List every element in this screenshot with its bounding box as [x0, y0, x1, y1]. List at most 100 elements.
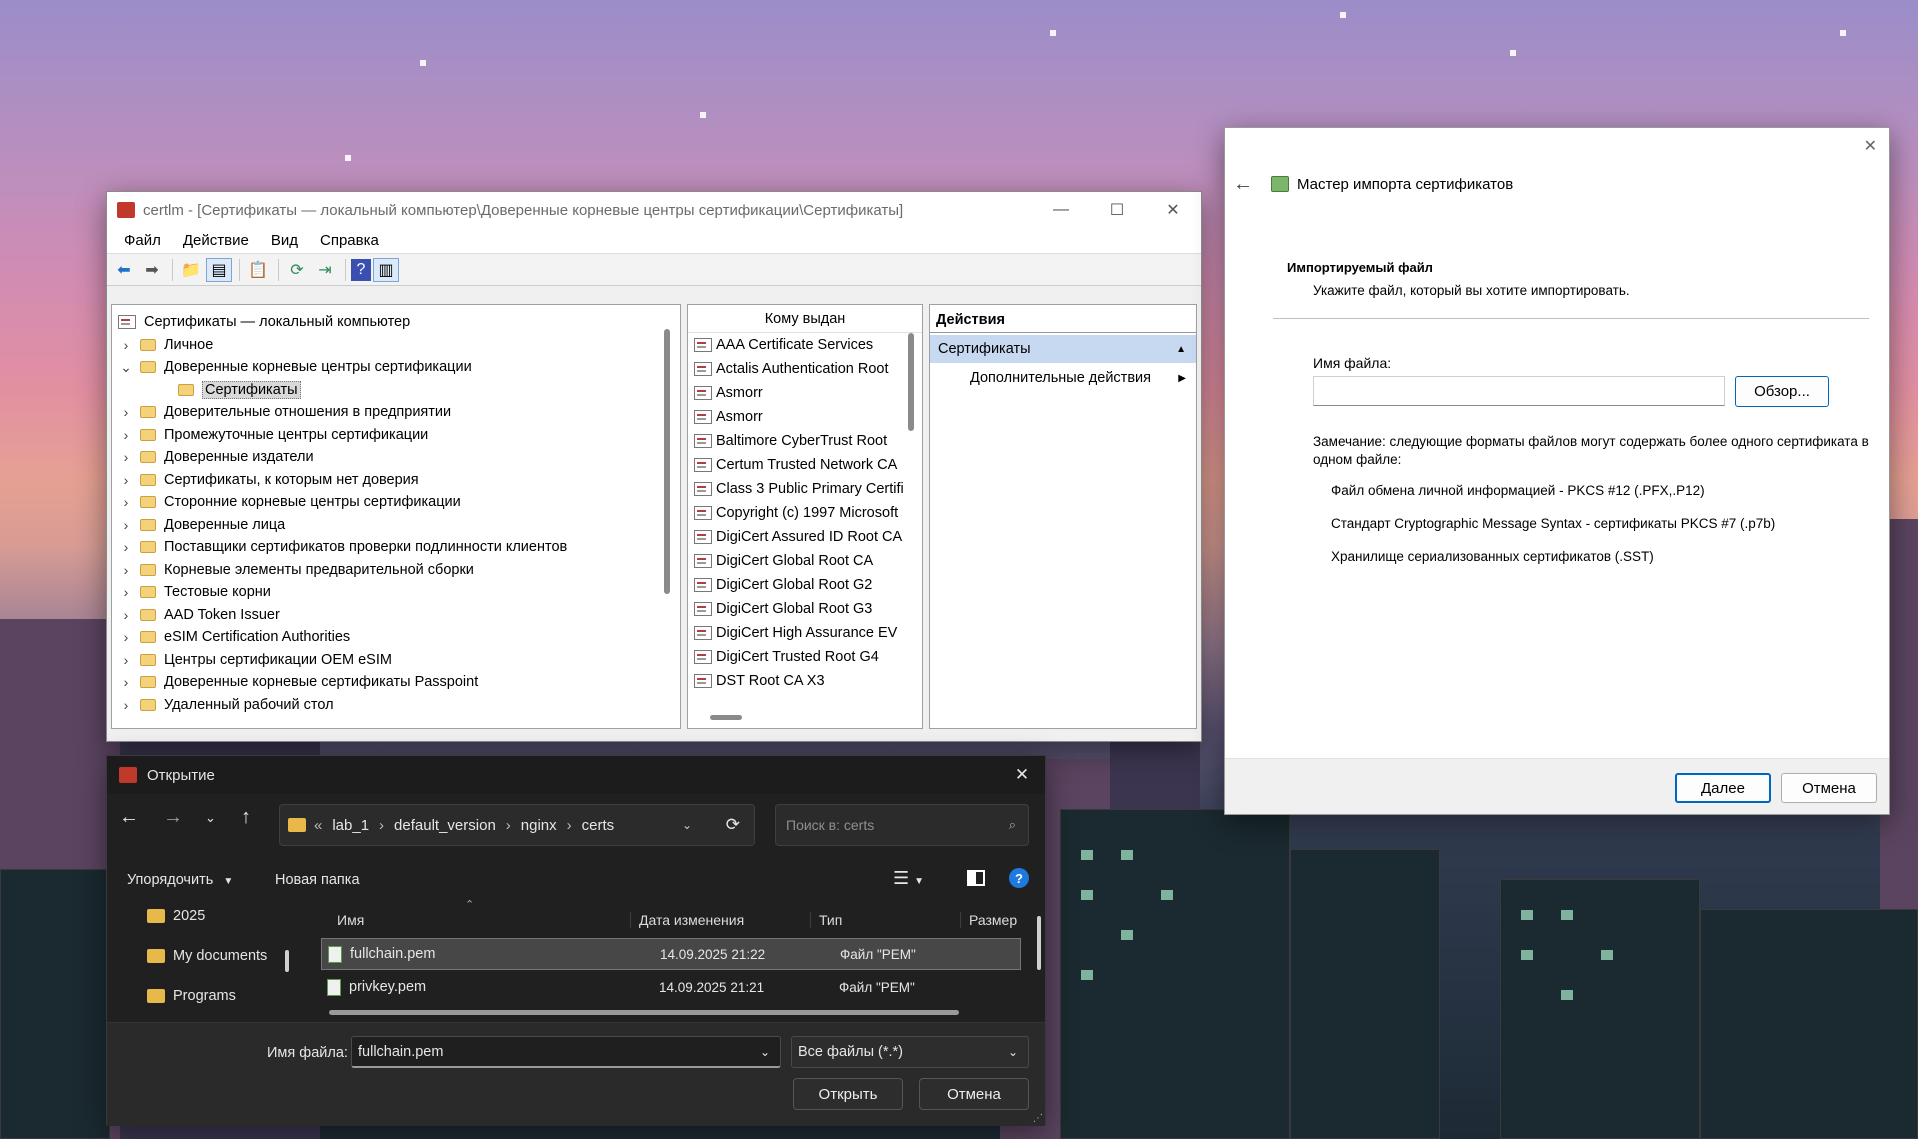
- list-hscrollbar[interactable]: [710, 715, 742, 720]
- open-dialog-cancel-button[interactable]: Отмена: [919, 1078, 1029, 1110]
- address-dropdown-icon[interactable]: ⌄: [682, 818, 692, 832]
- tree-item[interactable]: › AAD Token Issuer: [118, 604, 680, 627]
- tree-item[interactable]: › Тестовые корни: [118, 581, 680, 604]
- recent-locations-icon[interactable]: ⌄: [205, 810, 216, 826]
- wizard-cancel-button[interactable]: Отмена: [1781, 773, 1877, 803]
- chevron-right-icon[interactable]: ›: [118, 674, 134, 690]
- open-dialog-close-button[interactable]: ✕: [999, 765, 1045, 785]
- open-button[interactable]: Открыть: [793, 1078, 903, 1110]
- cert-list-item[interactable]: Actalis Authentication Root: [688, 357, 922, 381]
- resize-grip-icon[interactable]: ⋰: [1033, 1113, 1043, 1124]
- actions-section-certificates[interactable]: Сертификаты ▲: [930, 335, 1196, 363]
- chevron-right-icon[interactable]: ›: [118, 584, 134, 600]
- tree-item[interactable]: › Доверенные корневые сертификаты Passpoi…: [118, 671, 680, 694]
- file-row-fullchain[interactable]: fullchain.pem 14.09.2025 21:22 Файл "PEM…: [321, 938, 1021, 970]
- help-icon[interactable]: ?: [1009, 868, 1029, 888]
- nav-forward-icon[interactable]: →: [163, 806, 183, 829]
- browse-button[interactable]: Обзор...: [1735, 376, 1829, 407]
- cert-list-item[interactable]: DigiCert Global Root G3: [688, 597, 922, 621]
- tree-item[interactable]: › Доверенные лица: [118, 514, 680, 537]
- tree-item[interactable]: › Сертификаты, к которым нет доверия: [118, 469, 680, 492]
- export-list-icon[interactable]: ⇥: [312, 258, 338, 282]
- tree-item[interactable]: › eSIM Certification Authorities: [118, 626, 680, 649]
- chevron-right-icon[interactable]: ›: [118, 562, 134, 578]
- cert-list-item[interactable]: AAA Certificate Services: [688, 333, 922, 357]
- maximize-button[interactable]: ☐: [1089, 192, 1145, 228]
- tree-item[interactable]: › Центры сертификации OEM eSIM: [118, 649, 680, 672]
- up-folder-icon[interactable]: 📁: [178, 258, 204, 282]
- column-date[interactable]: Дата изменения: [631, 912, 811, 928]
- file-list-hscrollbar[interactable]: [329, 1010, 959, 1015]
- cert-list-item[interactable]: Copyright (c) 1997 Microsoft: [688, 501, 922, 525]
- next-button[interactable]: Далее: [1675, 773, 1771, 803]
- breadcrumb-overflow[interactable]: «: [314, 817, 322, 834]
- nav-up-icon[interactable]: ↑: [241, 806, 251, 829]
- breadcrumb-default-version[interactable]: default_version: [394, 817, 496, 834]
- tree-root[interactable]: Сертификаты — локальный компьютер: [118, 311, 680, 334]
- tree-item[interactable]: › Поставщики сертификатов проверки подлин…: [118, 536, 680, 559]
- column-type[interactable]: Тип: [811, 912, 961, 928]
- chevron-right-icon[interactable]: ›: [118, 539, 134, 555]
- chevron-right-icon[interactable]: ›: [118, 697, 134, 713]
- refresh-icon[interactable]: ⟳: [284, 258, 310, 282]
- cert-list-item[interactable]: Certum Trusted Network CA: [688, 453, 922, 477]
- cert-list-item[interactable]: DigiCert High Assurance EV: [688, 621, 922, 645]
- chevron-right-icon[interactable]: ›: [118, 517, 134, 533]
- tree-item[interactable]: › Корневые элементы предварительной сборк…: [118, 559, 680, 582]
- menu-file[interactable]: Файл: [113, 232, 172, 249]
- show-hide-tree-icon[interactable]: ▤: [206, 257, 232, 282]
- forward-arrow-icon[interactable]: ➡: [139, 258, 165, 282]
- action-pane-icon[interactable]: ▥: [373, 257, 399, 282]
- sidebar-scrollbar[interactable]: [285, 950, 289, 972]
- column-header-issued-to[interactable]: Кому выдан: [688, 305, 922, 333]
- sidebar-item-2025[interactable]: 2025: [147, 908, 205, 924]
- tree-item[interactable]: ⌄ Доверенные корневые центры сертификации: [118, 356, 680, 379]
- tree-item[interactable]: › Удаленный рабочий стол: [118, 694, 680, 717]
- clipboard-icon[interactable]: 📋: [245, 258, 271, 282]
- refresh-icon[interactable]: ⟳: [726, 815, 740, 835]
- cert-list-item[interactable]: Class 3 Public Primary Certifi: [688, 477, 922, 501]
- file-list-vscroll-thumb[interactable]: [1037, 916, 1041, 970]
- tree-item[interactable]: › Личное: [118, 334, 680, 357]
- open-dialog-titlebar[interactable]: Открытие ✕: [107, 756, 1045, 794]
- back-arrow-icon[interactable]: ⬅: [111, 258, 137, 282]
- help-icon[interactable]: ?: [351, 258, 371, 281]
- chevron-right-icon[interactable]: ›: [118, 494, 134, 510]
- tree-item[interactable]: › Сторонние корневые центры сертификации: [118, 491, 680, 514]
- file-row-privkey[interactable]: privkey.pem 14.09.2025 21:21 Файл "PEM": [321, 970, 1021, 1004]
- tree-scrollbar[interactable]: [664, 329, 670, 594]
- wizard-filename-input[interactable]: [1313, 376, 1725, 406]
- search-box[interactable]: Поиск в: certs ⌕: [775, 804, 1029, 846]
- cert-list-item[interactable]: Asmorr: [688, 405, 922, 429]
- file-list-vscrollbar[interactable]: [1143, 902, 1147, 956]
- breadcrumb-nginx[interactable]: nginx: [521, 817, 557, 834]
- wizard-back-arrow-icon[interactable]: ←: [1233, 173, 1253, 196]
- minimize-button[interactable]: —: [1033, 192, 1089, 228]
- tree-item[interactable]: › Доверенные издатели: [118, 446, 680, 469]
- organize-button[interactable]: Упорядочить ▼: [127, 872, 233, 888]
- chevron-right-icon[interactable]: ›: [118, 427, 134, 443]
- chevron-down-icon[interactable]: ⌄: [118, 359, 134, 376]
- wizard-close-button[interactable]: ✕: [1864, 136, 1877, 156]
- tree-item[interactable]: › Промежуточные центры сертификации: [118, 424, 680, 447]
- close-button[interactable]: ✕: [1145, 192, 1201, 228]
- chevron-right-icon[interactable]: ›: [118, 607, 134, 623]
- menu-action[interactable]: Действие: [172, 232, 260, 249]
- cert-list-item[interactable]: Baltimore CyberTrust Root: [688, 429, 922, 453]
- more-actions-item[interactable]: Дополнительные действия ▶: [930, 363, 1196, 393]
- chevron-right-icon[interactable]: ›: [118, 652, 134, 668]
- address-bar[interactable]: « lab_1 › default_version › nginx › cert…: [279, 804, 755, 846]
- cert-list-item[interactable]: DigiCert Assured ID Root CA: [688, 525, 922, 549]
- column-name[interactable]: Имя: [321, 912, 631, 928]
- cert-list-item[interactable]: DigiCert Global Root CA: [688, 549, 922, 573]
- cert-list-item[interactable]: DigiCert Trusted Root G4: [688, 645, 922, 669]
- open-filename-combobox[interactable]: fullchain.pem ⌄: [351, 1036, 781, 1068]
- sidebar-item-programs[interactable]: Programs: [147, 988, 236, 1004]
- chevron-right-icon[interactable]: ›: [118, 404, 134, 420]
- cert-list-item[interactable]: DST Root CA X3: [688, 669, 922, 693]
- breadcrumb-certs[interactable]: certs: [582, 817, 615, 834]
- column-size[interactable]: Размер: [961, 912, 1021, 928]
- menu-view[interactable]: Вид: [260, 232, 309, 249]
- certlm-titlebar[interactable]: certlm - [Сертификаты — локальный компью…: [107, 192, 1201, 228]
- view-options-icon[interactable]: ☰ ▼: [893, 868, 924, 889]
